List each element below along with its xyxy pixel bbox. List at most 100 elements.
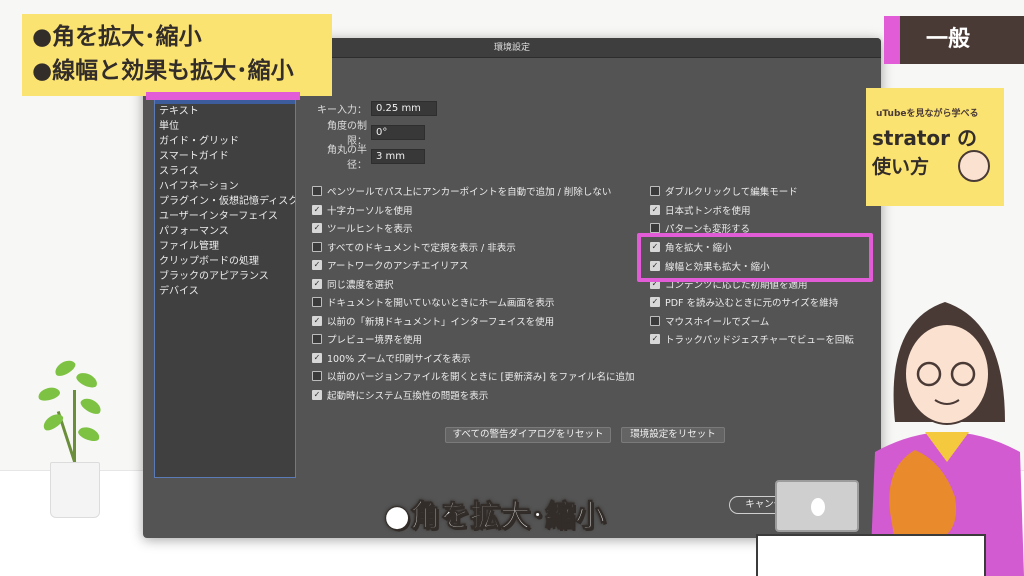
- sidebar-item-file-handling[interactable]: ファイル管理: [155, 239, 295, 254]
- option-label: 起動時にシステム互換性の問題を表示: [327, 391, 489, 402]
- option-system-compat-issues[interactable]: ✓ 起動時にシステム互換性の問題を表示: [312, 388, 488, 402]
- option-precise-cursors[interactable]: ✓ 十字カーソルを使用: [312, 203, 413, 217]
- plant-leaf: [76, 424, 102, 444]
- corner-radius-input[interactable]: 3 mm: [371, 148, 425, 164]
- promo-title-line-2: 使い方: [872, 156, 930, 178]
- presenter-illustration: [870, 302, 1024, 576]
- checkbox-checked-icon[interactable]: ✓: [650, 297, 660, 307]
- key-increment-input[interactable]: 0.25 mm: [371, 100, 437, 116]
- checkbox-checked-icon[interactable]: ✓: [650, 205, 660, 215]
- checkbox-checked-icon[interactable]: ✓: [312, 205, 322, 215]
- sidebar-item-user-interface[interactable]: ユーザーインターフェイス: [155, 209, 295, 224]
- section-tag-label: 一般: [900, 16, 1024, 64]
- plant-leaf: [78, 395, 104, 417]
- option-print-size-100[interactable]: ✓ 100% ズームで印刷サイズを表示: [312, 351, 471, 365]
- sidebar-item-slices[interactable]: スライス: [155, 164, 295, 179]
- option-append-converted[interactable]: 以前のバージョンファイルを開くときに [更新済み] をファイル名に追加: [312, 369, 634, 383]
- option-label: ダブルクリックして編集モード: [665, 187, 798, 198]
- option-zoom-scroll-wheel[interactable]: マウスホイールでズーム: [650, 314, 769, 328]
- sidebar-item-black-appearance[interactable]: ブラックのアピアランス: [155, 269, 295, 284]
- laptop-logo-icon: [811, 498, 825, 516]
- option-label: 十字カーソルを使用: [327, 206, 413, 217]
- key-increment-row: キー入力： 0.25 mm: [313, 100, 437, 116]
- checkbox-icon[interactable]: [650, 223, 660, 233]
- channel-promo-card: uTubeを見ながら学べる strator の 使い方: [866, 88, 1004, 206]
- option-label: プレビュー境界を使用: [327, 335, 423, 346]
- sidebar-item-plugins-scratch[interactable]: プラグイン・仮想記憶ディスク: [155, 194, 295, 209]
- option-preview-bounds[interactable]: プレビュー境界を使用: [312, 332, 422, 346]
- sidebar-item-devices[interactable]: デバイス: [155, 284, 295, 299]
- constrain-angle-row: 角度の制限： 0°: [313, 121, 425, 147]
- option-double-click-isolate[interactable]: ダブルクリックして編集モード: [650, 184, 798, 198]
- accent-underline: [146, 92, 300, 100]
- checkbox-icon[interactable]: [312, 242, 322, 252]
- checkbox-checked-icon[interactable]: ✓: [312, 223, 322, 233]
- option-japanese-crop-marks[interactable]: ✓ 日本式トンボを使用: [650, 203, 751, 217]
- key-increment-label: キー入力：: [317, 104, 367, 116]
- option-label: ペンツールでパス上にアンカーポイントを自動で追加 / 削除しない: [327, 187, 612, 198]
- checkbox-checked-icon[interactable]: ✓: [312, 279, 322, 289]
- title-line-1: ●角を拡大･縮小: [32, 24, 202, 50]
- option-label: マウスホイールでズーム: [665, 317, 770, 328]
- option-label: 日本式トンボを使用: [665, 206, 751, 217]
- avatar-illustration: [958, 150, 990, 182]
- option-show-tooltips[interactable]: ✓ ツールヒントを表示: [312, 221, 413, 235]
- option-pdf-keep-size[interactable]: ✓ PDF を読み込むときに元のサイズを維持: [650, 295, 838, 309]
- title-line-2: ●線幅と効果も拡大･縮小: [32, 58, 294, 84]
- plant-leaf: [36, 385, 62, 403]
- option-label: ドキュメントを開いていないときにホーム画面を表示: [327, 298, 555, 309]
- option-rulers-all-docs[interactable]: すべてのドキュメントで定規を表示 / 非表示: [312, 240, 516, 254]
- option-anti-aliased-artwork[interactable]: ✓ アートワークのアンチエイリアス: [312, 258, 469, 272]
- checkbox-icon[interactable]: [650, 316, 660, 326]
- highlight-box: [637, 233, 873, 282]
- option-label: 100% ズームで印刷サイズを表示: [327, 354, 471, 365]
- sidebar-item-text[interactable]: テキスト: [155, 104, 295, 119]
- promo-small-text: uTubeを見ながら学べる: [876, 109, 979, 119]
- sidebar-item-units[interactable]: 単位: [155, 119, 295, 134]
- plant-pot: [50, 462, 100, 518]
- plant-leaf: [52, 357, 78, 379]
- sidebar-item-hyphenation[interactable]: ハイフネーション: [155, 179, 295, 194]
- checkbox-icon[interactable]: [312, 334, 322, 344]
- checkbox-checked-icon[interactable]: ✓: [312, 260, 322, 270]
- checkbox-checked-icon[interactable]: ✓: [312, 316, 322, 326]
- preferences-sidebar: 選択範囲・アンカー表示 テキスト 単位 ガイド・グリッド スマートガイド スライ…: [154, 88, 296, 478]
- desk: [756, 534, 986, 576]
- option-label: すべてのドキュメントで定規を表示 / 非表示: [327, 243, 516, 254]
- option-trackpad-rotate[interactable]: ✓ トラックパッドジェスチャーでビューを回転: [650, 332, 854, 346]
- option-pen-auto-add-delete[interactable]: ペンツールでパス上にアンカーポイントを自動で追加 / 削除しない: [312, 184, 611, 198]
- preferences-dialog: 環境設定 選択範囲・アンカー表示 テキスト 単位 ガイド・グリッド スマートガイ…: [143, 38, 881, 538]
- checkbox-icon[interactable]: [312, 297, 322, 307]
- sidebar-item-performance[interactable]: パフォーマンス: [155, 224, 295, 239]
- constrain-angle-input[interactable]: 0°: [371, 124, 425, 140]
- checkbox-checked-icon[interactable]: ✓: [312, 353, 322, 363]
- checkbox-icon[interactable]: [312, 371, 322, 381]
- plant-leaf: [74, 369, 100, 391]
- video-title-overlay: ●角を拡大･縮小 ●線幅と効果も拡大･縮小: [22, 14, 332, 96]
- reset-warnings-button[interactable]: すべての警告ダイアログをリセット: [445, 427, 611, 443]
- option-label: PDF を読み込むときに元のサイズを維持: [665, 298, 839, 309]
- option-select-same-tint[interactable]: ✓ 同じ濃度を選択: [312, 277, 394, 291]
- option-label: アートワークのアンチエイリアス: [327, 261, 469, 272]
- corner-radius-label: 角丸の半径：: [327, 145, 367, 171]
- option-legacy-new-document[interactable]: ✓ 以前の「新規ドキュメント」インターフェイスを使用: [312, 314, 554, 328]
- reset-preferences-button[interactable]: 環境設定をリセット: [621, 427, 725, 443]
- option-show-home-screen[interactable]: ドキュメントを開いていないときにホーム画面を表示: [312, 295, 554, 309]
- option-label: ツールヒントを表示: [327, 224, 413, 235]
- option-label: 以前の「新規ドキュメント」インターフェイスを使用: [327, 317, 555, 328]
- sidebar-item-guides-grid[interactable]: ガイド・グリッド: [155, 134, 295, 149]
- sidebar-item-smart-guides[interactable]: スマートガイド: [155, 149, 295, 164]
- checkbox-icon[interactable]: [650, 186, 660, 196]
- checkbox-checked-icon[interactable]: ✓: [650, 334, 660, 344]
- section-tag: 一般: [884, 16, 1024, 64]
- checkbox-icon[interactable]: [312, 186, 322, 196]
- option-label: 以前のバージョンファイルを開くときに [更新済み] をファイル名に追加: [327, 372, 635, 383]
- checkbox-checked-icon[interactable]: ✓: [312, 390, 322, 400]
- potted-plant: [28, 357, 118, 520]
- sidebar-item-clipboard[interactable]: クリップボードの処理: [155, 254, 295, 269]
- promo-title-line-1: strator の: [872, 126, 977, 150]
- option-label: 同じ濃度を選択: [327, 280, 394, 291]
- subtitle-caption: ●角を拡大･縮小: [384, 499, 606, 535]
- corner-radius-row: 角丸の半径： 3 mm: [313, 145, 425, 171]
- option-label: トラックパッドジェスチャーでビューを回転: [665, 335, 854, 346]
